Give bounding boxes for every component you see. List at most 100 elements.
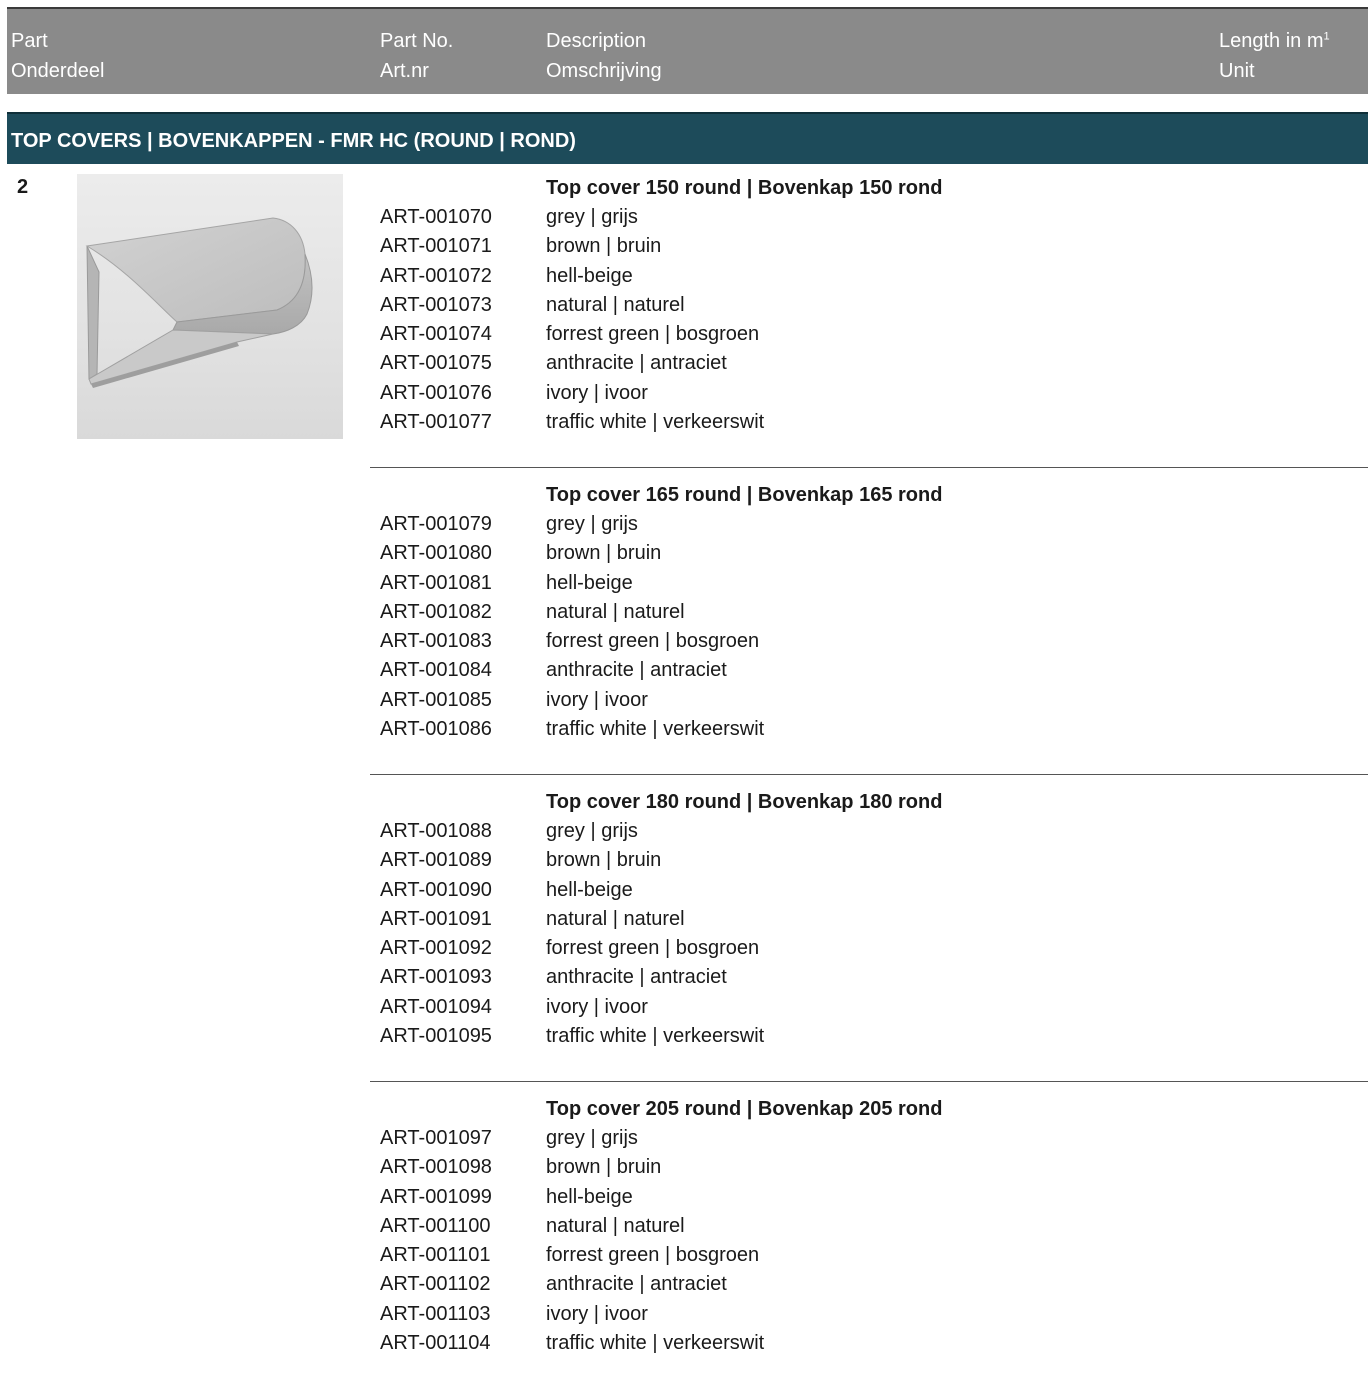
item-description: anthracite | antraciet [546, 659, 727, 682]
table-row: ART-001102 anthracite | antraciet [370, 1270, 1368, 1299]
art-number: ART-001094 [380, 995, 492, 1018]
table-row: ART-001089 brown | bruin [370, 846, 1368, 875]
art-number: ART-001089 [380, 849, 492, 872]
art-number: ART-001080 [380, 542, 492, 565]
group-title: Top cover 205 round | Bovenkap 205 rond [546, 1098, 943, 1120]
table-row: ART-001074 forrest green | bosgroen [370, 320, 1368, 349]
art-number: ART-001098 [380, 1156, 492, 1179]
table-row: ART-001075 anthracite | antraciet [370, 349, 1368, 378]
part-number: 2 [17, 176, 29, 198]
art-number: ART-001082 [380, 600, 492, 623]
item-description: grey | grijs [546, 206, 638, 228]
group-title: Top cover 180 round | Bovenkap 180 rond [546, 791, 943, 813]
art-number: ART-001084 [380, 659, 492, 682]
item-description: hell-beige [546, 878, 633, 901]
item-description: grey | grijs [546, 820, 638, 842]
table-row: ART-001093 anthracite | antraciet [370, 963, 1368, 992]
art-number: ART-001103 [380, 1302, 491, 1325]
item-description: anthracite | antraciet [546, 966, 727, 989]
item-description: natural | naturel [546, 1214, 685, 1237]
item-description: brown | bruin [546, 542, 662, 565]
header-unit-sup: 1 [1323, 30, 1330, 43]
item-description: traffic white | verkeerswit [546, 1332, 765, 1355]
art-number: ART-001081 [380, 571, 492, 594]
table-row: ART-001100 natural | naturel [370, 1212, 1368, 1241]
art-number: ART-001088 [380, 820, 492, 842]
table-row: ART-001086 traffic white | verkeerswit [370, 715, 1368, 744]
table-row: ART-001092 forrest green | bosgroen [370, 934, 1368, 963]
item-description: anthracite | antraciet [546, 352, 727, 375]
table-row: ART-001084 anthracite | antraciet [370, 656, 1368, 685]
item-description: forrest green | bosgroen [546, 323, 760, 346]
header-part-nl: Onderdeel [11, 60, 105, 82]
section-title: TOP COVERS | BOVENKAPPEN - FMR HC (ROUND… [7, 112, 1368, 164]
item-description: forrest green | bosgroen [546, 937, 760, 960]
table-row: ART-001080 brown | bruin [370, 539, 1368, 568]
header-desc-nl: Omschrijving [546, 60, 662, 82]
art-number: ART-001095 [380, 1025, 492, 1048]
table-row: ART-001082 natural | naturel [370, 598, 1368, 627]
group-title: Top cover 165 round | Bovenkap 165 rond [546, 484, 943, 506]
item-description: natural | naturel [546, 907, 685, 930]
table-row: ART-001090 hell-beige [370, 876, 1368, 905]
header-desc-en: Description [546, 30, 647, 52]
item-description: brown | bruin [546, 1156, 662, 1179]
art-number: ART-001075 [380, 352, 492, 375]
table-row: ART-001073 natural | naturel [370, 291, 1368, 320]
art-number: ART-001076 [380, 381, 492, 404]
table-row: ART-001091 natural | naturel [370, 905, 1368, 934]
item-description: ivory | ivoor [546, 688, 648, 711]
table-row: ART-001071 brown | bruin [370, 232, 1368, 261]
header-partno-nl: Art.nr [380, 60, 429, 82]
item-list: ART-001088 grey | grijs ART-001089 brown |… [370, 817, 1368, 1051]
art-number: ART-001070 [380, 206, 492, 228]
item-description: natural | naturel [546, 600, 685, 623]
header-description: Description Omschrijving [546, 26, 662, 86]
art-number: ART-001091 [380, 907, 492, 930]
art-number: ART-001101 [380, 1244, 491, 1267]
item-description: brown | bruin [546, 235, 662, 258]
item-description: ivory | ivoor [546, 995, 648, 1018]
table-row: ART-001081 hell-beige [370, 569, 1368, 598]
art-number: ART-001102 [380, 1273, 491, 1296]
art-number: ART-001077 [380, 411, 492, 434]
group-title: Top cover 150 round | Bovenkap 150 rond [546, 177, 943, 199]
art-number: ART-001085 [380, 688, 492, 711]
art-number: ART-001072 [380, 264, 492, 287]
table-row: ART-001099 hell-beige [370, 1183, 1368, 1212]
table-row: ART-001070 grey | grijs [370, 203, 1368, 232]
table-header: Part Onderdeel Part No. Art.nr Descripti… [7, 7, 1368, 94]
item-description: anthracite | antraciet [546, 1273, 727, 1296]
item-list: ART-001097 grey | grijs ART-001098 brown |… [370, 1124, 1368, 1358]
header-partno-en: Part No. [380, 30, 454, 52]
table-row: ART-001083 forrest green | bosgroen [370, 627, 1368, 656]
item-description: ivory | ivoor [546, 1302, 648, 1325]
table-row: ART-001097 grey | grijs [370, 1124, 1368, 1153]
art-number: ART-001086 [380, 718, 492, 741]
item-description: ivory | ivoor [546, 381, 648, 404]
table-row: ART-001101 forrest green | bosgroen [370, 1241, 1368, 1270]
table-row: ART-001095 traffic white | verkeerswit [370, 1022, 1368, 1051]
item-description: hell-beige [546, 571, 633, 594]
header-unit-en: Length in m1 [1219, 26, 1330, 56]
item-description: brown | bruin [546, 849, 662, 872]
art-number: ART-001097 [380, 1127, 492, 1149]
item-description: forrest green | bosgroen [546, 630, 760, 653]
table-row: ART-001088 grey | grijs [370, 817, 1368, 846]
table-row: ART-001094 ivory | ivoor [370, 993, 1368, 1022]
table-row: ART-001077 traffic white | verkeerswit [370, 408, 1368, 437]
table-row: ART-001104 traffic white | verkeerswit [370, 1329, 1368, 1358]
table-row: ART-001098 brown | bruin [370, 1153, 1368, 1182]
table-row: ART-001072 hell-beige [370, 262, 1368, 291]
item-description: hell-beige [546, 1185, 633, 1208]
product-image [77, 174, 343, 439]
item-description: grey | grijs [546, 1127, 638, 1149]
item-description: grey | grijs [546, 513, 638, 535]
header-part-no: Part No. Art.nr [380, 26, 453, 86]
table-row: ART-001085 ivory | ivoor [370, 686, 1368, 715]
header-unit-en-text: Length in m [1219, 30, 1324, 52]
item-list: ART-001079 grey | grijs ART-001080 brown |… [370, 510, 1368, 744]
table-row: ART-001103 ivory | ivoor [370, 1300, 1368, 1329]
table-row: ART-001079 grey | grijs [370, 510, 1368, 539]
art-number: ART-001099 [380, 1185, 492, 1208]
